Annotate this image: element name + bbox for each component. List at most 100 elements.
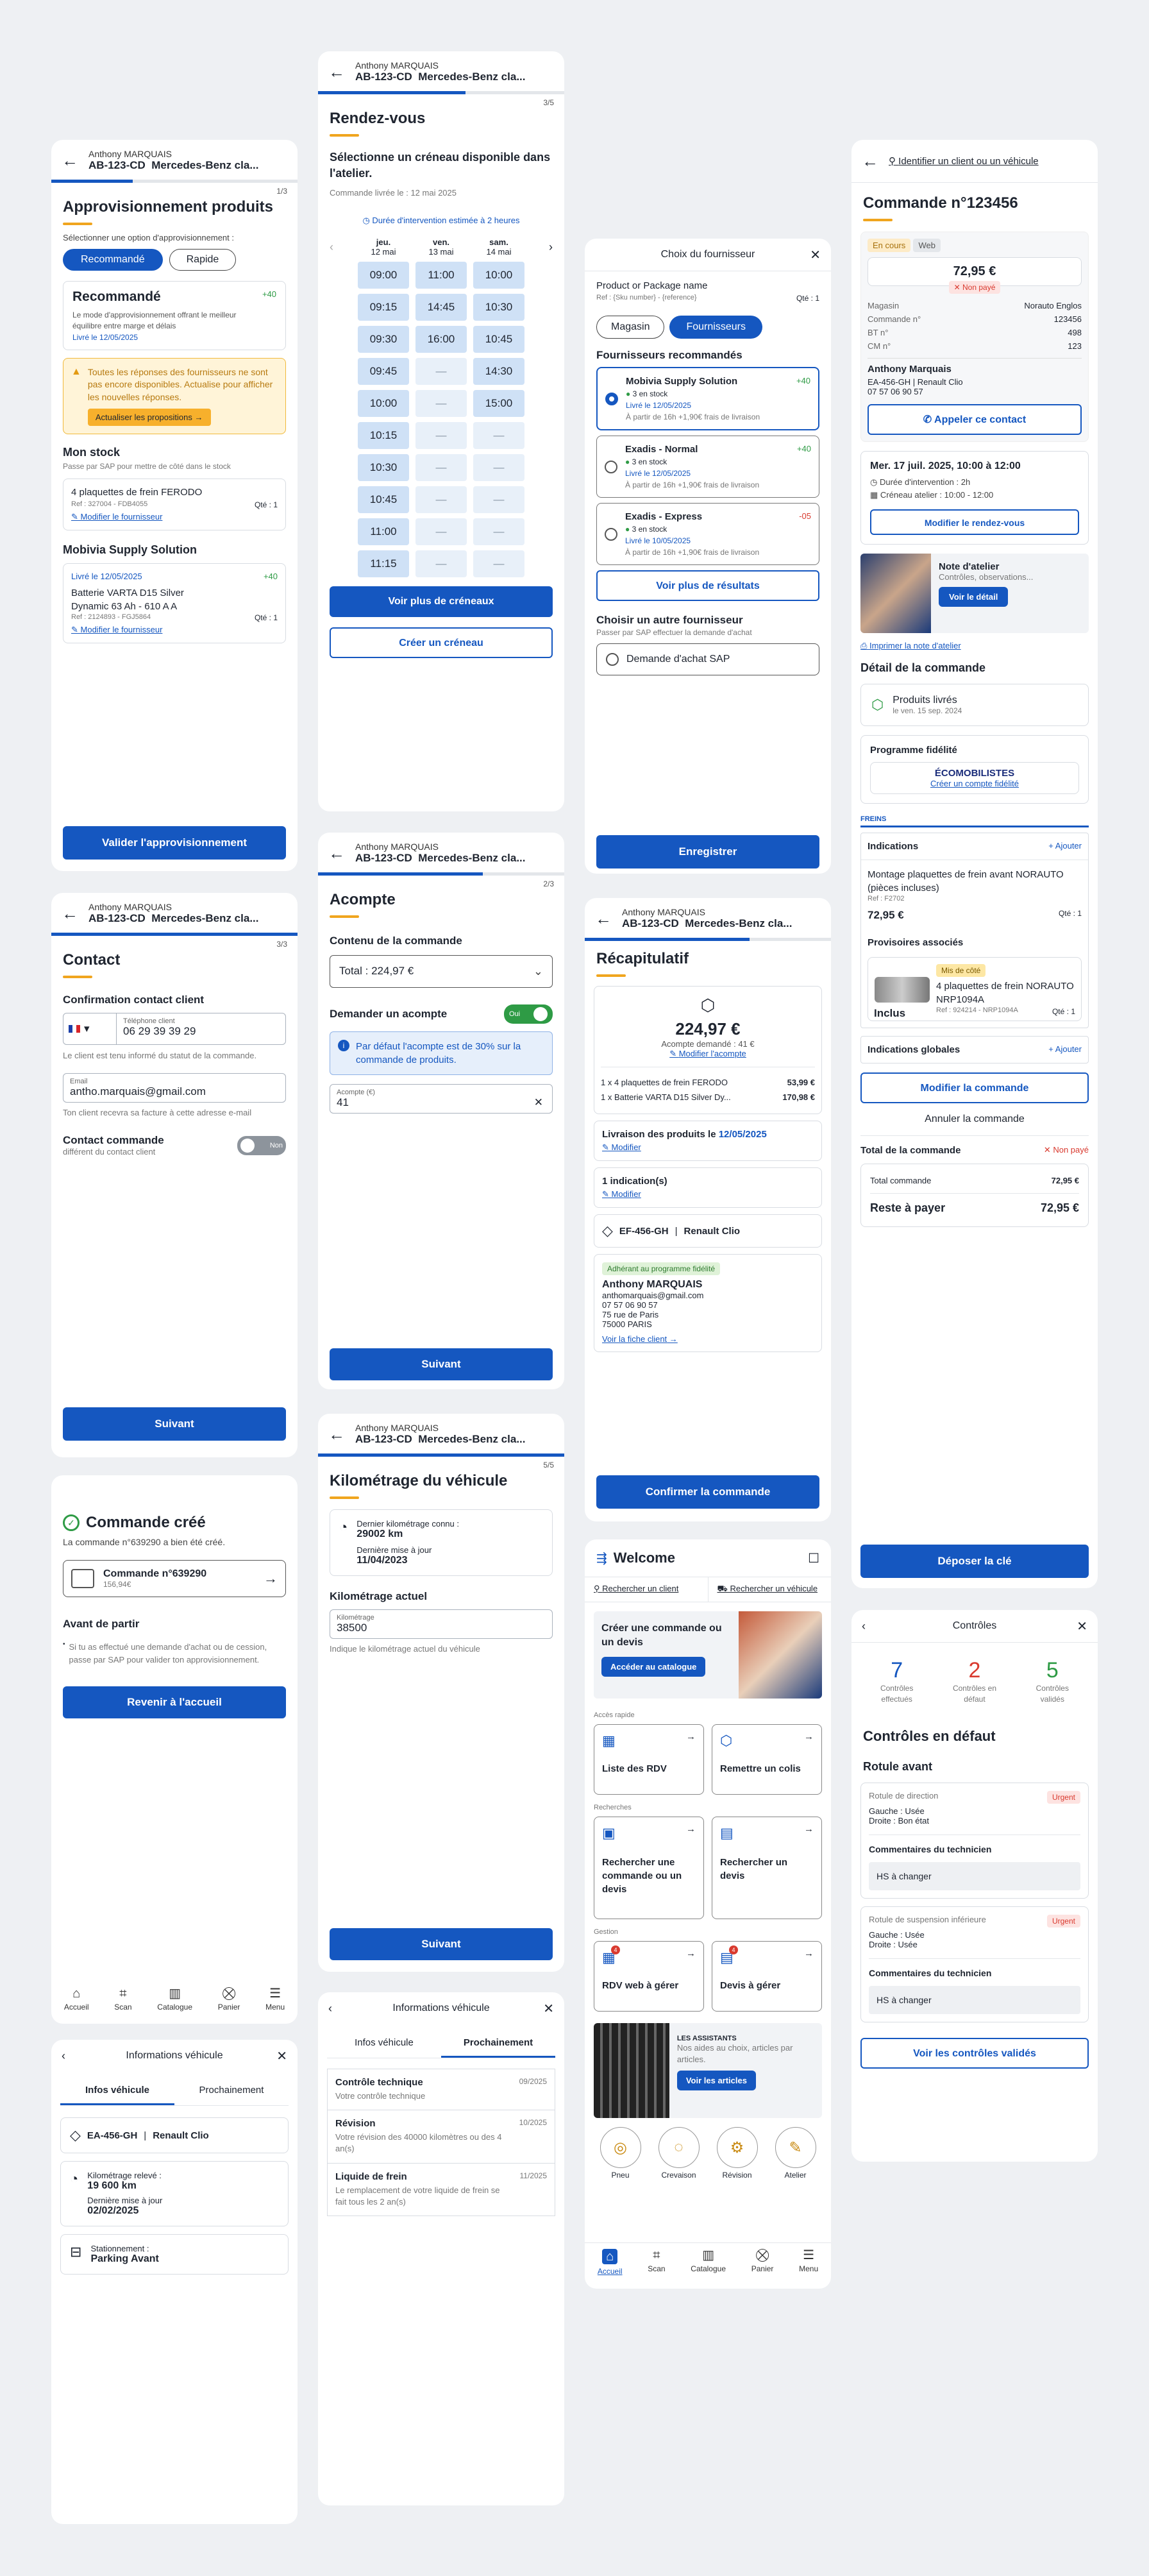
time-slot[interactable]: 10:15 [358,422,409,450]
identify-link[interactable]: ⚲ Identifier un client ou un véhicule [889,155,1039,167]
km-input[interactable]: Kilométrage 38500 [330,1609,553,1639]
time-slot[interactable]: 09:00 [358,262,409,289]
time-slot[interactable]: 09:15 [358,294,409,321]
tab-accueil[interactable]: ⌂ Accueil [598,2249,623,2276]
modify-rdv-button[interactable]: Modifier le rendez-vous [870,509,1079,535]
order-link-card[interactable]: Commande n°639290 156,94€ → [63,1560,286,1597]
tab-magasin[interactable]: Magasin [596,316,665,339]
search-order-tile[interactable]: ▣ → Rechercher une commande ou un devis [594,1817,704,1919]
clear-icon[interactable]: ✕ [534,1096,543,1109]
tab-infos[interactable]: Infos véhicule [60,2077,174,2105]
total-select[interactable]: Total : 224,97 € ⌄ [330,955,553,988]
note-detail-button[interactable]: Voir le détail [939,587,1009,607]
deposit-input[interactable]: Acompte (€) 41 ✕ [330,1084,553,1114]
next-button[interactable]: Suivant [330,1348,553,1380]
time-slot[interactable]: 10:45 [473,326,524,353]
back-icon[interactable]: ‹ [328,2002,332,2015]
time-slot[interactable]: 10:45 [358,486,409,514]
modify-indications-link[interactable]: ✎ Modifier [602,1189,814,1199]
validated-checks-button[interactable]: Voir les contrôles validés [860,2037,1089,2069]
phone-input[interactable]: Téléphone client 06 29 39 39 29 [117,1013,286,1045]
supplier-option[interactable]: Exadis - Express -05 ● 3 en stock Livré le … [596,503,819,565]
chat-icon[interactable]: ☐ [808,1550,819,1566]
back-home-button[interactable]: Revenir à l'accueil [63,1686,286,1718]
validate-button[interactable]: Valider l'approvisionnement [63,826,286,860]
email-input[interactable]: Email antho.marquais@gmail.com [63,1073,286,1103]
supplier-option[interactable]: Exadis - Normal +40 ● 3 en stock Livré le 1… [596,436,819,498]
modify-order-button[interactable]: Modifier la commande [860,1072,1089,1103]
back-icon[interactable]: ← [328,1426,346,1443]
back-icon[interactable]: ‹ [62,2049,65,2063]
close-icon[interactable]: ✕ [276,2048,287,2064]
search-vehicle-link[interactable]: ⛟ Rechercher un véhicule [709,1577,832,1602]
create-slot-button[interactable]: Créer un créneau [330,627,553,659]
tab-panier[interactable]: ⛒ Panier [751,2249,774,2276]
back-icon[interactable]: ← [595,910,613,927]
tab-scan[interactable]: ⌗ Scan [648,2249,665,2276]
close-icon[interactable]: ✕ [543,2001,554,2017]
save-button[interactable]: Enregistrer [596,835,819,869]
close-icon[interactable]: ✕ [1077,1618,1087,1634]
tab-upcoming[interactable]: Prochainement [441,2029,555,2058]
back-icon[interactable]: ‹ [862,1620,866,1633]
close-icon[interactable]: ✕ [810,247,821,263]
time-slot[interactable]: 10:30 [358,454,409,482]
tab-menu[interactable]: ☰ Menu [799,2249,818,2276]
parcel-tile[interactable]: ⬡ → Remettre un colis [712,1724,822,1795]
assistant-circle[interactable]: ⚙ Révision [716,2127,758,2180]
modify-deposit-link[interactable]: ✎ Modifier l'acompte [601,1049,815,1059]
print-note-link[interactable]: ⎙ Imprimer la note d'atelier [860,641,1089,651]
time-slot[interactable]: 14:45 [415,294,467,321]
add-indication-button[interactable]: + Ajouter [1048,841,1082,852]
modify-supplier-link-2[interactable]: ✎ Modifier le fournisseur [71,625,278,635]
tab-catalogue[interactable]: ▥ Catalogue [691,2249,726,2276]
time-slot[interactable]: 10:00 [473,262,524,289]
confirm-button[interactable]: Confirmer la commande [596,1475,819,1509]
assistant-circle[interactable]: ◌ Crevaison [658,2127,700,2180]
create-loyalty-link[interactable]: Créer un compte fidélité [876,779,1073,788]
more-results-button[interactable]: Voir plus de résultats [596,570,819,601]
time-slot[interactable]: 15:00 [473,390,524,418]
tab-catalogue[interactable]: ▥ Catalogue [157,1987,192,2012]
assistant-circle[interactable]: ✎ Atelier [775,2127,816,2180]
modify-delivery-link[interactable]: ✎ Modifier [602,1142,814,1153]
sap-option[interactable]: Demande d'achat SAP [596,643,819,675]
back-icon[interactable]: ← [62,152,80,169]
rdv-list-tile[interactable]: ▦ → Liste des RDV [594,1724,704,1795]
deposit-toggle[interactable]: Oui [504,1004,553,1024]
time-slot[interactable]: 10:30 [473,294,524,321]
tab-panier[interactable]: ⛒ Panier [218,1987,240,2012]
rdv-web-tile[interactable]: ▦ 4 → RDV web à gérer [594,1941,704,2012]
back-icon[interactable]: ← [862,153,880,169]
tab-upcoming[interactable]: Prochainement [174,2077,289,2105]
search-client-link[interactable]: ⚲ Rechercher un client [585,1577,709,1602]
tab-recommande[interactable]: Recommandé [63,249,163,271]
more-slots-button[interactable]: Voir plus de créneaux [330,586,553,618]
tab-infos[interactable]: Infos véhicule [327,2029,441,2058]
next-button[interactable]: Suivant [330,1928,553,1960]
tab-fournisseurs[interactable]: Fournisseurs [669,316,762,339]
client-file-link[interactable]: Voir la fiche client → [602,1334,814,1344]
country-select[interactable]: ▾ [63,1013,117,1045]
back-icon[interactable]: ← [62,905,80,922]
time-slot[interactable]: 14:30 [473,358,524,386]
tab-accueil[interactable]: ⌂ Accueil [64,1987,89,2012]
quotes-tile[interactable]: ▤ 4 → Devis à gérer [712,1941,822,2012]
add-global-button[interactable]: + Ajouter [1048,1044,1082,1055]
call-button[interactable]: ✆ Appeler ce contact [868,404,1082,435]
recommended-card[interactable]: Recommandé +40 Le mode d'approvisionnemen… [63,281,286,350]
time-slot[interactable]: 10:00 [358,390,409,418]
drop-key-button[interactable]: Déposer la clé [860,1545,1089,1578]
time-slot[interactable]: 09:45 [358,358,409,386]
prev-icon[interactable]: ‹ [330,241,333,254]
tab-scan[interactable]: ⌗ Scan [114,1987,131,2012]
back-icon[interactable]: ← [328,845,346,861]
search-quote-tile[interactable]: ▤ → Rechercher un devis [712,1817,822,1919]
catalog-button[interactable]: Accéder au catalogue [601,1656,706,1677]
refresh-button[interactable]: Actualiser les propositions → [87,409,211,427]
modify-supplier-link[interactable]: ✎ Modifier le fournisseur [71,512,278,522]
time-slot[interactable]: 16:00 [415,326,467,353]
time-slot[interactable]: 11:15 [358,550,409,578]
tab-rapide[interactable]: Rapide [169,249,237,271]
assistant-circle[interactable]: ◎ Pneu [600,2127,641,2180]
